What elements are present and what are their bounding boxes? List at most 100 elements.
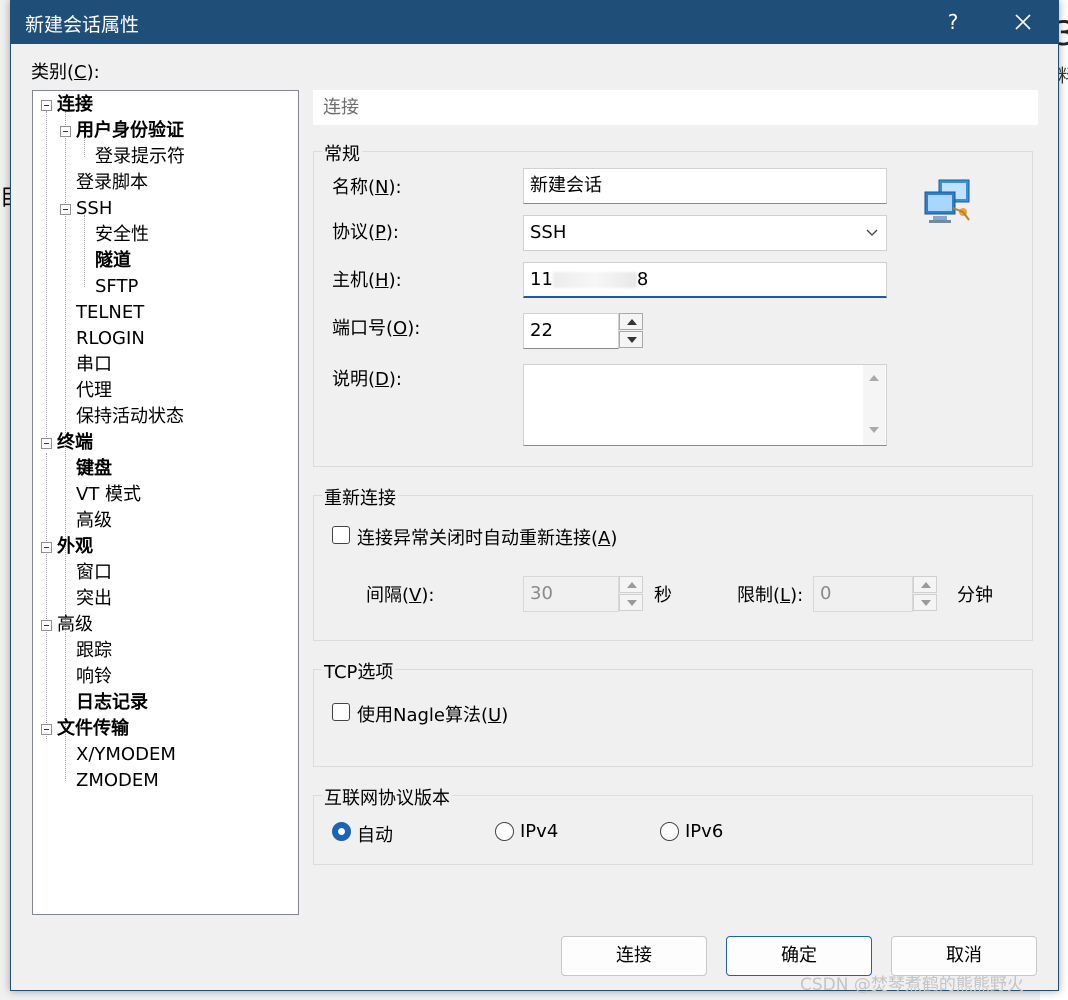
collapse-icon[interactable] [60,126,71,137]
tree-item-tunnel[interactable]: 隧道 [95,249,131,273]
name-input[interactable]: 新建会话 [523,168,887,204]
nagle-checkbox[interactable] [332,703,350,721]
chevron-down-icon [866,229,878,236]
collapse-icon[interactable] [60,204,71,215]
collapse-icon[interactable] [41,438,52,449]
nagle-label[interactable]: 使用Nagle算法(U) [357,701,508,727]
limit-input[interactable]: 0 [813,576,913,612]
tree-item-login-prompt[interactable]: 登录提示符 [95,145,185,169]
auto-reconnect-label[interactable]: 连接异常关闭时自动重新连接(A) [357,524,617,550]
ipv6-radio[interactable] [660,822,679,841]
tree-item-ssh[interactable]: SSH [56,197,112,221]
ipv4-label[interactable]: IPv4 [520,821,558,842]
description-textarea[interactable] [523,364,887,446]
tree-item-serial[interactable]: 串口 [76,353,112,377]
background-glyph-small: 料 [1058,66,1068,87]
tree-line [46,111,47,441]
port-input[interactable]: 22 [523,313,619,349]
limit-up-button[interactable] [913,576,937,593]
protocol-select[interactable]: SSH [523,215,887,251]
watermark: CSDN @焚琴煮鹤的熊熊野火 [800,975,1024,995]
close-button[interactable] [1001,6,1045,38]
category-label: 类别(C): [31,62,100,83]
host-redacted-blur [552,272,637,288]
tree-item-auth[interactable]: 用户身份验证 [56,119,184,143]
description-label: 说明(D): [332,369,402,390]
reconnect-group: 重新连接 [313,484,1033,641]
tree-item-keepalive[interactable]: 保持活动状态 [76,405,184,429]
port-up-button[interactable] [619,313,643,330]
tree-line [84,215,85,287]
category-tree[interactable]: 连接 用户身份验证 登录提示符 登录脚本 SSH 安全性 隧道 SFTP TEL… [32,90,299,915]
help-button[interactable]: ? [931,6,975,38]
interval-down-button[interactable] [619,594,643,611]
interval-up-button[interactable] [619,576,643,593]
collapse-icon[interactable] [41,724,52,735]
port-label: 端口号(O): [332,318,421,339]
tree-item-terminal[interactable]: 终端 [37,431,93,455]
ipv4-radio[interactable] [495,822,514,841]
tree-item-file-transfer[interactable]: 文件传输 [37,717,129,741]
panel-header: 连接 [313,90,1038,125]
ip-auto-radio[interactable] [332,822,351,841]
tree-item-xymodem[interactable]: X/YMODEM [76,743,176,767]
group-title: 重新连接 [322,484,398,510]
scroll-down-icon[interactable] [869,427,879,433]
tree-line [46,453,47,739]
limit-down-button[interactable] [913,594,937,611]
interval-spinner [619,576,643,612]
limit-unit: 分钟 [957,585,993,606]
ipv6-label[interactable]: IPv6 [685,821,723,842]
host-value-end: 8 [636,269,649,290]
protocol-select-value: SSH [530,222,567,243]
scroll-up-icon[interactable] [869,375,879,381]
interval-input[interactable]: 30 [523,576,619,612]
tree-item-logging[interactable]: 日志记录 [76,691,148,715]
ip-auto-label[interactable]: 自动 [357,821,393,847]
group-title: TCP选项 [322,658,396,684]
port-spinner [619,313,643,349]
interval-label: 间隔(V): [366,585,435,606]
title-bar[interactable]: 新建会话属性 ? [11,0,1058,44]
limit-label: 限制(L): [737,585,804,606]
arrow-down-icon [921,600,931,606]
tree-item-window[interactable]: 窗口 [76,561,112,585]
arrow-down-icon [627,600,637,606]
collapse-icon[interactable] [41,542,52,553]
connect-button[interactable]: 连接 [561,936,707,976]
network-computers-icon [924,179,970,223]
description-scrollbar[interactable] [863,365,885,445]
tree-item-proxy[interactable]: 代理 [76,379,112,403]
dialog-title: 新建会话属性 [25,14,140,36]
protocol-label: 协议(P): [332,222,399,243]
tree-item-login-script[interactable]: 登录脚本 [76,171,148,195]
tree-item-vt-mode[interactable]: VT 模式 [76,483,141,507]
arrow-down-icon [627,337,637,343]
auto-reconnect-checkbox[interactable] [332,526,350,544]
tree-item-terminal-advanced[interactable]: 高级 [76,509,112,533]
session-properties-dialog: 新建会话属性 ? 类别(C): 连接 用户身份验证 登录提示符 登录脚本 SSH… [10,0,1059,991]
close-icon [1015,14,1031,30]
arrow-up-icon [627,319,637,325]
tree-item-sftp[interactable]: SFTP [95,275,138,299]
tree-item-bell[interactable]: 响铃 [76,665,112,689]
arrow-up-icon [921,582,931,588]
tree-item-advanced[interactable]: 高级 [37,613,93,637]
host-input[interactable]: 11 8 [523,262,887,298]
tree-item-highlight[interactable]: 突出 [76,587,112,611]
host-value-start: 11 [530,269,553,290]
tree-item-appearance[interactable]: 外观 [37,535,93,559]
collapse-icon[interactable] [41,620,52,631]
name-label: 名称(N): [332,177,402,198]
tree-item-security[interactable]: 安全性 [95,223,149,247]
tree-item-keyboard[interactable]: 键盘 [76,457,112,481]
tree-item-trace[interactable]: 跟踪 [76,639,112,663]
tree-item-telnet[interactable]: TELNET [76,301,144,325]
arrow-up-icon [627,582,637,588]
group-title: 常规 [322,140,362,166]
tree-item-zmodem[interactable]: ZMODEM [76,769,159,793]
tree-item-rlogin[interactable]: RLOGIN [76,327,145,351]
tree-item-connection[interactable]: 连接 [37,93,93,117]
port-down-button[interactable] [619,331,643,348]
collapse-icon[interactable] [41,100,52,111]
